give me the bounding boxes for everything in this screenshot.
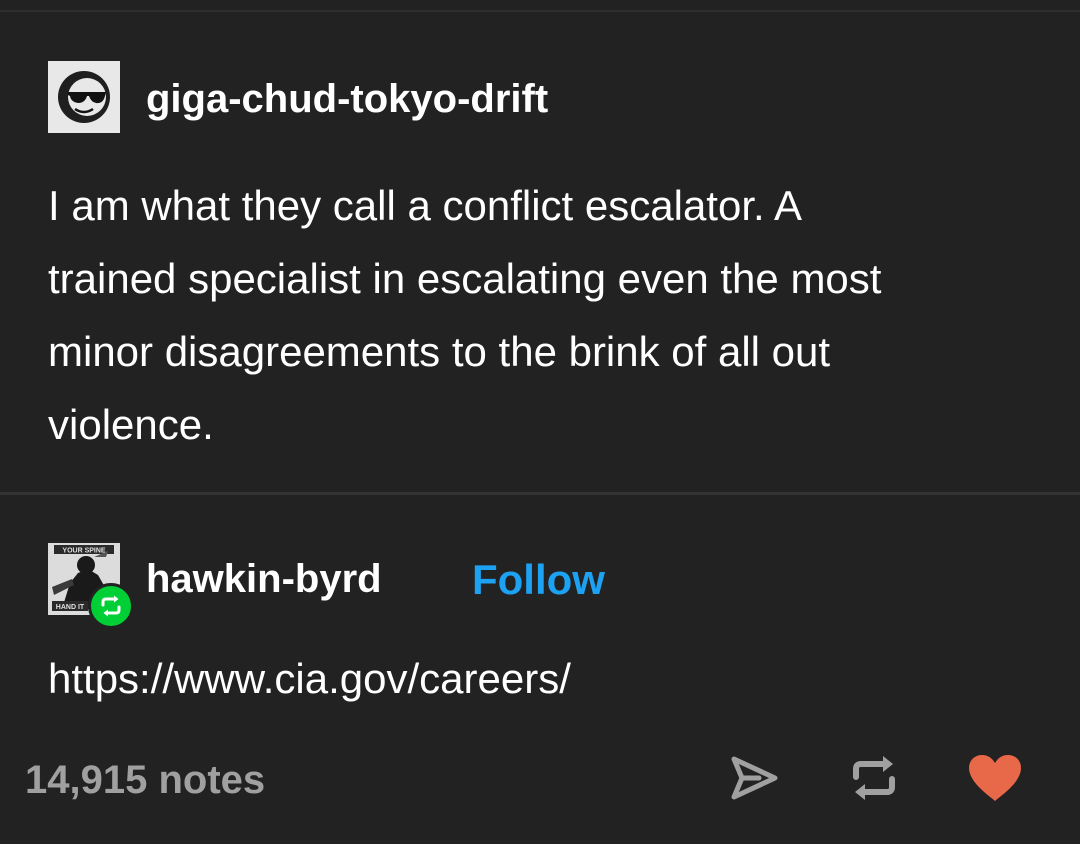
like-button[interactable] bbox=[967, 750, 1023, 806]
reblog-icon bbox=[853, 756, 895, 800]
avatar[interactable] bbox=[48, 61, 120, 133]
notes-count[interactable]: 14,915 notes bbox=[25, 760, 265, 800]
share-button[interactable] bbox=[726, 750, 782, 806]
share-icon bbox=[731, 756, 778, 800]
post-body: I am what they call a conflict escalator… bbox=[48, 182, 882, 448]
reblog-post: YOUR SPINE HAND IT hawkin-byrd Follow ht… bbox=[0, 495, 1080, 844]
avatar-caption-top: YOUR SPINE bbox=[62, 548, 106, 555]
sunglasses-face-icon bbox=[48, 61, 120, 133]
reblog-badge-icon bbox=[88, 583, 134, 629]
post-link[interactable]: https://www.cia.gov/careers/ bbox=[48, 658, 571, 700]
follow-button[interactable]: Follow bbox=[472, 559, 605, 601]
avatar-caption-bottom: HAND IT bbox=[56, 604, 85, 611]
post-username[interactable]: hawkin-byrd bbox=[146, 559, 382, 599]
original-post: giga-chud-tokyo-drift I am what they cal… bbox=[0, 12, 1080, 492]
reblog-button[interactable] bbox=[846, 750, 902, 806]
post-username[interactable]: giga-chud-tokyo-drift bbox=[146, 79, 548, 119]
heart-icon bbox=[969, 755, 1021, 801]
